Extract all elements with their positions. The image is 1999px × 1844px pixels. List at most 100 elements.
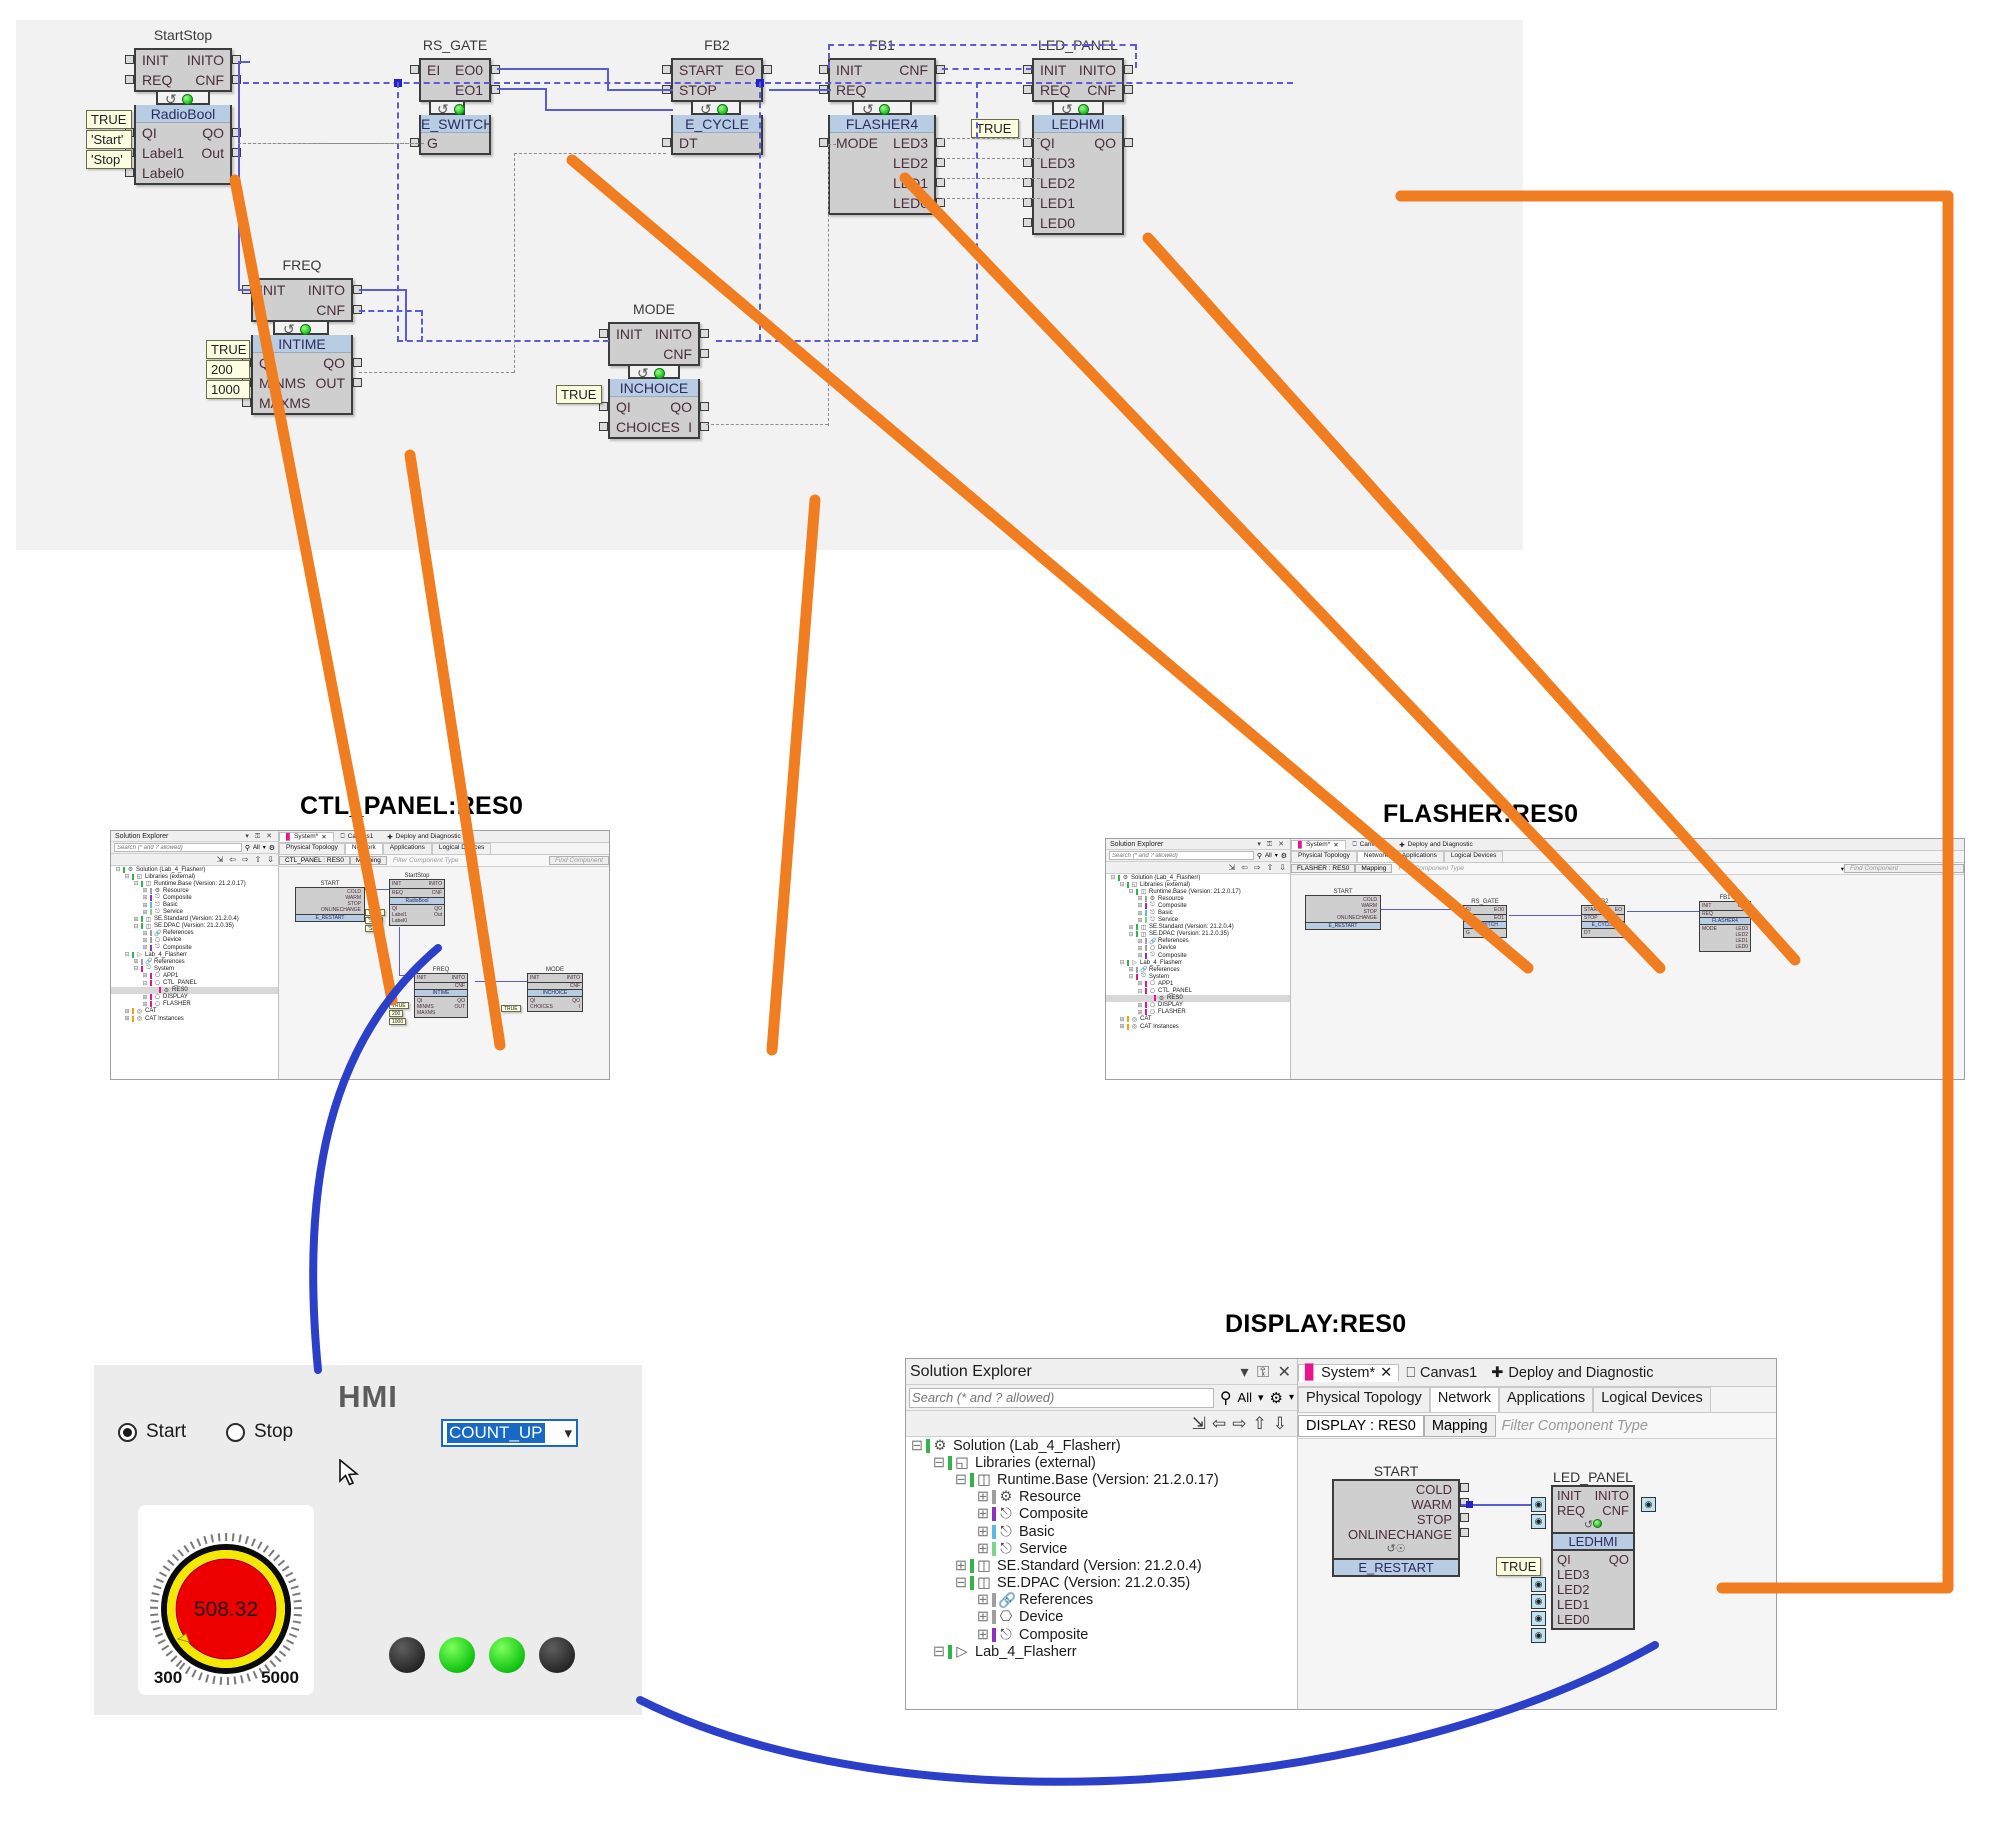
tree-node[interactable]: ⊞ ⚙ Resource bbox=[1106, 895, 1290, 902]
se-scope-label[interactable]: All bbox=[1238, 1390, 1252, 1405]
se-window-icons[interactable]: ▾ ⚿ ✕ bbox=[1240, 1362, 1293, 1382]
tree-collapse-toggle[interactable]: ⊟ bbox=[1119, 959, 1125, 966]
tree-up-icon[interactable]: ⇧ bbox=[255, 855, 262, 864]
se-search-input[interactable] bbox=[909, 1387, 1214, 1408]
tree-prev-icon[interactable]: ⇦ bbox=[1212, 1414, 1226, 1434]
tree-expand-toggle[interactable]: ⊞ bbox=[1128, 924, 1134, 931]
subtab-physical-topology[interactable]: Physical Topology bbox=[1291, 851, 1357, 862]
tab-deploy[interactable]: ✚ Deploy and Diagnostic bbox=[1392, 840, 1480, 850]
tree-expand-toggle[interactable]: ⊞ bbox=[976, 1592, 990, 1608]
pin-qo[interactable]: QO bbox=[1094, 133, 1116, 153]
tree-collapse-toggle[interactable]: ⊟ bbox=[124, 951, 130, 958]
pin-cnf[interactable]: CNF bbox=[316, 300, 345, 320]
pin-qi[interactable]: QI bbox=[1040, 133, 1055, 153]
tree-collapse-toggle[interactable]: ⊟ bbox=[142, 980, 148, 987]
pin-inito[interactable]: INITO bbox=[1079, 60, 1116, 80]
map-adapter-led0[interactable]: ◉ bbox=[1531, 1628, 1546, 1643]
tree-node[interactable]: ⊞ ◎ CAT bbox=[1106, 1016, 1290, 1023]
tree-node[interactable]: ⊟ ◫ Runtime.Base (Version: 21.2.0.17) bbox=[906, 1471, 1297, 1488]
tree-prev-icon[interactable]: ⇦ bbox=[229, 855, 236, 864]
tree-expand-toggle[interactable]: ⊞ bbox=[1128, 966, 1134, 973]
se-scope-label[interactable]: All bbox=[253, 845, 260, 851]
tree-node[interactable]: ⊞ 🔗 References bbox=[906, 1592, 1297, 1609]
map-adapter-led2[interactable]: ◉ bbox=[1531, 1594, 1546, 1609]
resource-tab-flasher[interactable]: FLASHER : RES0 bbox=[1291, 864, 1356, 873]
flasher-mini-canvas[interactable]: START COLD WARM STOP ONLINECHANGE E_REST… bbox=[1291, 875, 1964, 1079]
se-window-icons[interactable]: ▾ ⚿ ✕ bbox=[1257, 840, 1286, 849]
ctl-solution-tree[interactable]: ⊟ ⚙ Solution (Lab_4_Flasherr) ⊟ ◱ Libraries (… bbox=[111, 866, 278, 1079]
subtab-logical-devices[interactable]: Logical Devices bbox=[431, 843, 492, 854]
mini-lit-stop[interactable]: 'Stop' bbox=[365, 925, 384, 932]
flasher-solution-tree[interactable]: ⊟ ⚙ Solution (Lab_4_Flasherr) ⊟ ◱ Libraries (… bbox=[1106, 874, 1290, 1079]
disp-start-cold[interactable]: COLD bbox=[1340, 1482, 1452, 1497]
chevron-down-icon-2[interactable]: ▾ bbox=[1289, 1392, 1294, 1403]
fb-mode[interactable]: MODE INIT INITO CNF ↺ INCHOICE QI QO CHOIC… bbox=[599, 301, 709, 439]
tree-expand-toggle[interactable]: ⊞ bbox=[1137, 1009, 1143, 1016]
main-application-canvas[interactable]: StartStop INIT INITO REQ CNF ↺ RadioBool Q… bbox=[16, 20, 1523, 550]
pin-label1[interactable]: Label1 bbox=[142, 143, 184, 163]
ctl-editor-area[interactable]: ▊ System* ✕ ⎕ Canvas1 ✚ Deploy and Diagnosti… bbox=[279, 831, 609, 1079]
disp-pin-led0[interactable]: LED0 bbox=[1557, 1612, 1629, 1627]
tree-node[interactable]: ⊞ ⚙ Resource bbox=[906, 1489, 1297, 1506]
ctl-mini-canvas[interactable]: START COLD WARM STOP ONLINECHANGE E_REST… bbox=[279, 867, 609, 1079]
tree-collapse-toggle[interactable]: ⊟ bbox=[115, 866, 121, 873]
tree-node[interactable]: ⊟ ⎔ CTL_PANEL bbox=[1106, 988, 1290, 995]
disp-pin-qi[interactable]: QI bbox=[1557, 1552, 1571, 1567]
tree-prev-icon[interactable]: ⇦ bbox=[1241, 863, 1248, 872]
pin-cnf[interactable]: CNF bbox=[195, 70, 224, 90]
tree-down-icon[interactable]: ⇩ bbox=[267, 855, 274, 864]
pin-cnf[interactable]: CNF bbox=[663, 344, 692, 364]
radio-start-button[interactable] bbox=[118, 1422, 137, 1442]
pin-start[interactable]: START bbox=[679, 60, 724, 80]
filter-component-type-flasher[interactable]: Filter Component Type bbox=[1392, 865, 1464, 872]
tree-expand-toggle[interactable]: ⊞ bbox=[124, 1008, 130, 1015]
tree-node[interactable]: ⊟ ◫ SE.DPAC (Version: 21.2.0.35) bbox=[906, 1575, 1297, 1592]
tree-expand-toggle[interactable]: ⊞ bbox=[124, 1015, 130, 1022]
tree-expand-toggle[interactable]: ⊞ bbox=[976, 1627, 990, 1643]
tree-node[interactable]: ⊟ ⚙ Solution (Lab_4_Flasherr) bbox=[1106, 874, 1290, 881]
fb-startstop[interactable]: StartStop INIT INITO REQ CNF ↺ RadioBool Q… bbox=[125, 27, 241, 185]
pin-eo0[interactable]: EO0 bbox=[455, 60, 483, 80]
fb-led-panel[interactable]: LED_PANEL INIT INITO REQ CNF ↺ LEDHMI QI QO… bbox=[1023, 37, 1133, 235]
literal-start-label[interactable]: 'Start' bbox=[86, 130, 132, 149]
chevron-down-icon[interactable]: ▾ bbox=[1275, 852, 1278, 859]
disp-start-onlinechange[interactable]: ONLINECHANGE bbox=[1340, 1527, 1452, 1542]
literal-stop-label[interactable]: 'Stop' bbox=[86, 150, 132, 169]
pin-led1[interactable]: LED1 bbox=[1040, 193, 1075, 213]
hmi-panel[interactable]: HMI Start Stop COUNT_UP ▾ 508.32 300 500… bbox=[94, 1365, 642, 1715]
search-icon[interactable]: ⚲ bbox=[1220, 1388, 1232, 1408]
tree-node[interactable]: ⊞ ⎋ Basic bbox=[111, 901, 278, 909]
tree-expand-toggle[interactable]: ⊞ bbox=[142, 972, 148, 979]
pin-out[interactable]: Out bbox=[201, 143, 224, 163]
tree-node[interactable]: ⊟ ◱ Libraries (external) bbox=[906, 1454, 1297, 1471]
pin-maxms[interactable]: MAXMS bbox=[259, 393, 310, 413]
tree-expand-toggle[interactable]: ⊞ bbox=[1137, 895, 1143, 902]
ctl-solution-explorer[interactable]: Solution Explorer ▾ ⚿ ✕ ⚲ All ▾ ⚙ ⇲ ⇦ ⇨ … bbox=[111, 831, 279, 1079]
mini-start-onlinechange[interactable]: ONLINECHANGE bbox=[1309, 915, 1377, 921]
pin-inito[interactable]: INITO bbox=[655, 324, 692, 344]
tree-collapse-toggle[interactable]: ⊟ bbox=[124, 873, 130, 880]
tree-node[interactable]: ⊞ ⎔ APP1 bbox=[111, 972, 278, 979]
literal-true-startstop[interactable]: TRUE bbox=[86, 110, 132, 129]
display-solution-explorer[interactable]: Solution Explorer ▾ ⚿ ✕ ⚲ All ▾ ⚙ ▾ ⇲ ⇦ … bbox=[906, 1359, 1298, 1709]
tree-node[interactable]: ⊞ 🔗 References bbox=[111, 930, 278, 937]
mini-start-onlinechange[interactable]: ONLINECHANGE bbox=[299, 907, 361, 913]
close-icon[interactable]: ✕ bbox=[1380, 1365, 1392, 1381]
tree-collapse-toggle[interactable]: ⊟ bbox=[954, 1575, 968, 1591]
tree-next-icon[interactable]: ⇨ bbox=[1232, 1414, 1246, 1434]
tree-node[interactable]: ⊞ 🔗 References bbox=[111, 958, 278, 965]
tree-node[interactable]: ⊟ ◫ SE.DPAC (Version: 21.2.0.35) bbox=[111, 923, 278, 930]
tree-node[interactable]: ⊞ ⎋ Composite bbox=[1106, 952, 1290, 959]
tree-node[interactable]: ⊟ ◫ Runtime.Base (Version: 21.2.0.17) bbox=[1106, 888, 1290, 895]
tree-node[interactable]: ⊞ ◎ CAT bbox=[111, 1008, 278, 1015]
tree-expand-toggle[interactable]: ⊞ bbox=[1137, 945, 1143, 952]
tree-expand-toggle[interactable]: ⊞ bbox=[954, 1558, 968, 1574]
tree-collapse-toggle[interactable]: ⊟ bbox=[1137, 988, 1143, 995]
pin-led1[interactable]: LED1 bbox=[893, 173, 928, 193]
mapping-tab-flasher[interactable]: Mapping bbox=[1355, 864, 1393, 873]
tree-expand-toggle[interactable]: ⊞ bbox=[142, 1001, 148, 1008]
se-search-input[interactable] bbox=[114, 843, 242, 852]
close-icon[interactable]: ✕ bbox=[321, 833, 326, 841]
tree-expand-toggle[interactable]: ⊞ bbox=[142, 902, 148, 909]
se-window-icons[interactable]: ▾ ⚿ ✕ bbox=[245, 832, 274, 841]
